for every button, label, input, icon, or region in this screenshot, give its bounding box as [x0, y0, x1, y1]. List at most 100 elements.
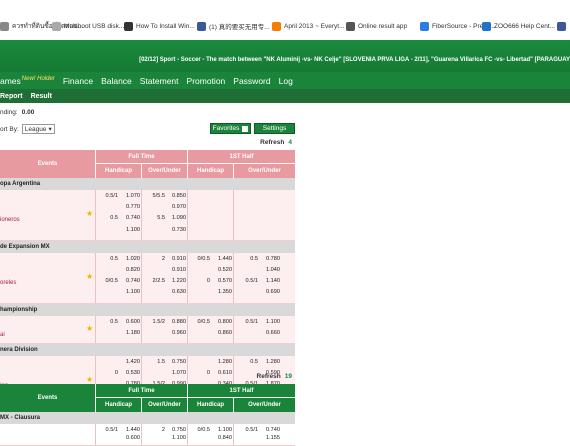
chevron-down-icon: ▾ — [48, 125, 52, 133]
odds-cell: 0.5 — [250, 255, 258, 262]
bookmark-item[interactable] — [557, 19, 566, 33]
odds-cell: 2/2.5 — [152, 278, 165, 285]
odds-cell[interactable]: 1.280 — [218, 359, 232, 365]
odds-cell[interactable]: 0.610 — [218, 370, 232, 376]
favorites-checkbox[interactable] — [242, 125, 249, 132]
divider — [95, 315, 96, 343]
refresh-2[interactable]: Refresh 19 — [257, 373, 292, 380]
divider — [95, 252, 96, 303]
odds-cell[interactable]: 0.860 — [218, 330, 232, 336]
settings-button[interactable]: Settings — [254, 123, 295, 134]
odds-cell[interactable]: 1.350 — [218, 289, 232, 295]
sort-value: League — [24, 125, 47, 133]
nav-log[interactable]: Log — [279, 76, 293, 86]
odds-cell: 0/0.5 — [197, 318, 210, 325]
odds-cell[interactable]: 0.660 — [266, 330, 280, 336]
odds-cell[interactable]: 0.820 — [126, 267, 140, 273]
odds-cell[interactable]: 0.530 — [126, 370, 140, 376]
odds-cell[interactable]: 0.880 — [172, 319, 186, 325]
odds-cell[interactable]: 0.740 — [126, 215, 140, 221]
nav-games[interactable]: amesNew! Holder — [0, 76, 55, 86]
odds-cell[interactable]: 0.600 — [126, 319, 140, 325]
odds-cell: 5.5 — [157, 215, 165, 222]
odds-cell[interactable]: 0.800 — [218, 319, 232, 325]
odds-cell: 0.5 — [110, 318, 118, 325]
team-name[interactable]: ai — [0, 332, 5, 338]
odds-cell[interactable]: 1.180 — [126, 330, 140, 336]
league-row[interactable]: hampionship — [0, 303, 295, 316]
bookmark-item[interactable]: Multiboot USB disk... — [52, 19, 124, 33]
divider — [187, 252, 188, 303]
odds-cell[interactable]: 0.740 — [266, 427, 280, 433]
odds-cell[interactable]: 1.070 — [126, 193, 140, 199]
star-icon[interactable]: ★ — [86, 324, 93, 333]
bookmark-item[interactable]: (1) 真的要买无用专... — [197, 19, 270, 33]
bookmark-item[interactable]: Online result app — [346, 19, 407, 33]
nav-finance[interactable]: Finance — [63, 76, 93, 86]
star-icon[interactable]: ★ — [86, 272, 93, 281]
odds-cell: 5/5.5 — [152, 193, 165, 199]
odds-cell[interactable]: 0.750 — [172, 427, 186, 433]
divider — [95, 190, 96, 240]
odds-cell[interactable]: 0.740 — [126, 278, 140, 284]
odds-cell[interactable]: 1.100 — [218, 427, 232, 433]
refresh-1[interactable]: Refresh 4 — [260, 139, 292, 146]
sort-select[interactable]: League ▾ — [21, 124, 55, 134]
settings-label: Settings — [262, 125, 287, 132]
nav-balance[interactable]: Balance — [101, 76, 132, 86]
league-row[interactable]: MX - Clausura — [0, 412, 295, 424]
facebook-icon — [557, 21, 566, 31]
nav-promotion[interactable]: Promotion — [187, 76, 226, 86]
table-header: Events Full Time 1ST Half Handicap Over/… — [0, 384, 295, 412]
nav-password[interactable]: Password — [233, 76, 270, 86]
bookmark-item[interactable]: How To Install Win... — [124, 19, 195, 33]
team-name[interactable]: ioneros — [0, 217, 20, 223]
league-row[interactable]: de Expansion MX — [0, 240, 295, 253]
odds-cell[interactable]: 1.420 — [126, 359, 140, 365]
subnav-report[interactable]: Report — [0, 93, 23, 100]
odds-cell[interactable]: 1.440 — [126, 427, 140, 433]
col-ft-handicap: Handicap — [95, 164, 141, 178]
odds-cell[interactable]: 0.850 — [172, 193, 186, 199]
odds-cell[interactable]: 1.220 — [172, 278, 186, 284]
odds-cell[interactable]: 0.520 — [218, 267, 232, 273]
odds-table-2: Events Full Time 1ST Half Handicap Over/… — [0, 384, 295, 446]
favorites-label: Favorites — [212, 125, 240, 132]
odds-cell[interactable]: 0.750 — [172, 359, 186, 365]
refresh-count: 19 — [284, 373, 292, 380]
bookmark-item[interactable]: ZOO666 Help Cent... — [482, 19, 555, 33]
odds-cell[interactable]: 1.155 — [266, 435, 280, 441]
odds-cell[interactable]: 0.630 — [172, 289, 186, 295]
odds-cell[interactable]: 0.690 — [266, 289, 280, 295]
odds-cell[interactable]: 0.970 — [172, 204, 186, 210]
odds-cell[interactable]: 1.140 — [266, 278, 280, 284]
odds-cell[interactable]: 1.280 — [266, 359, 280, 365]
star-icon[interactable]: ★ — [86, 209, 93, 218]
odds-cell[interactable]: 1.100 — [172, 435, 186, 441]
team-name[interactable]: oreles — [0, 280, 16, 286]
subnav-result[interactable]: Result — [31, 93, 52, 100]
league-row[interactable]: nera Division — [0, 343, 295, 356]
odds-cell: 0 — [206, 370, 210, 377]
nav-statement[interactable]: Statement — [140, 76, 179, 86]
odds-cell[interactable]: 1.100 — [126, 227, 140, 233]
odds-cell[interactable]: 0.600 — [126, 435, 140, 441]
odds-cell[interactable]: 0.960 — [172, 330, 186, 336]
odds-cell[interactable]: 1.040 — [266, 267, 280, 273]
odds-cell[interactable]: 0.910 — [172, 256, 186, 262]
odds-cell[interactable]: 1.070 — [172, 370, 186, 376]
odds-cell[interactable]: 0.570 — [218, 278, 232, 284]
odds-cell[interactable]: 1.020 — [126, 256, 140, 262]
league-row[interactable]: opa Argentina — [0, 178, 295, 190]
bookmark-item[interactable]: April 2013 ~ Everyt... — [272, 19, 345, 33]
odds-cell[interactable]: 0.840 — [218, 435, 232, 441]
favorites-button[interactable]: Favorites — [210, 123, 251, 134]
odds-cell[interactable]: 0.780 — [266, 256, 280, 262]
odds-cell[interactable]: 1.100 — [126, 289, 140, 295]
odds-cell[interactable]: 0.770 — [126, 204, 140, 210]
odds-cell[interactable]: 1.090 — [172, 215, 186, 221]
odds-cell[interactable]: 0.730 — [172, 227, 186, 233]
odds-cell[interactable]: 0.910 — [172, 267, 186, 273]
odds-cell[interactable]: 1.100 — [266, 319, 280, 325]
odds-cell[interactable]: 1.440 — [218, 256, 232, 262]
